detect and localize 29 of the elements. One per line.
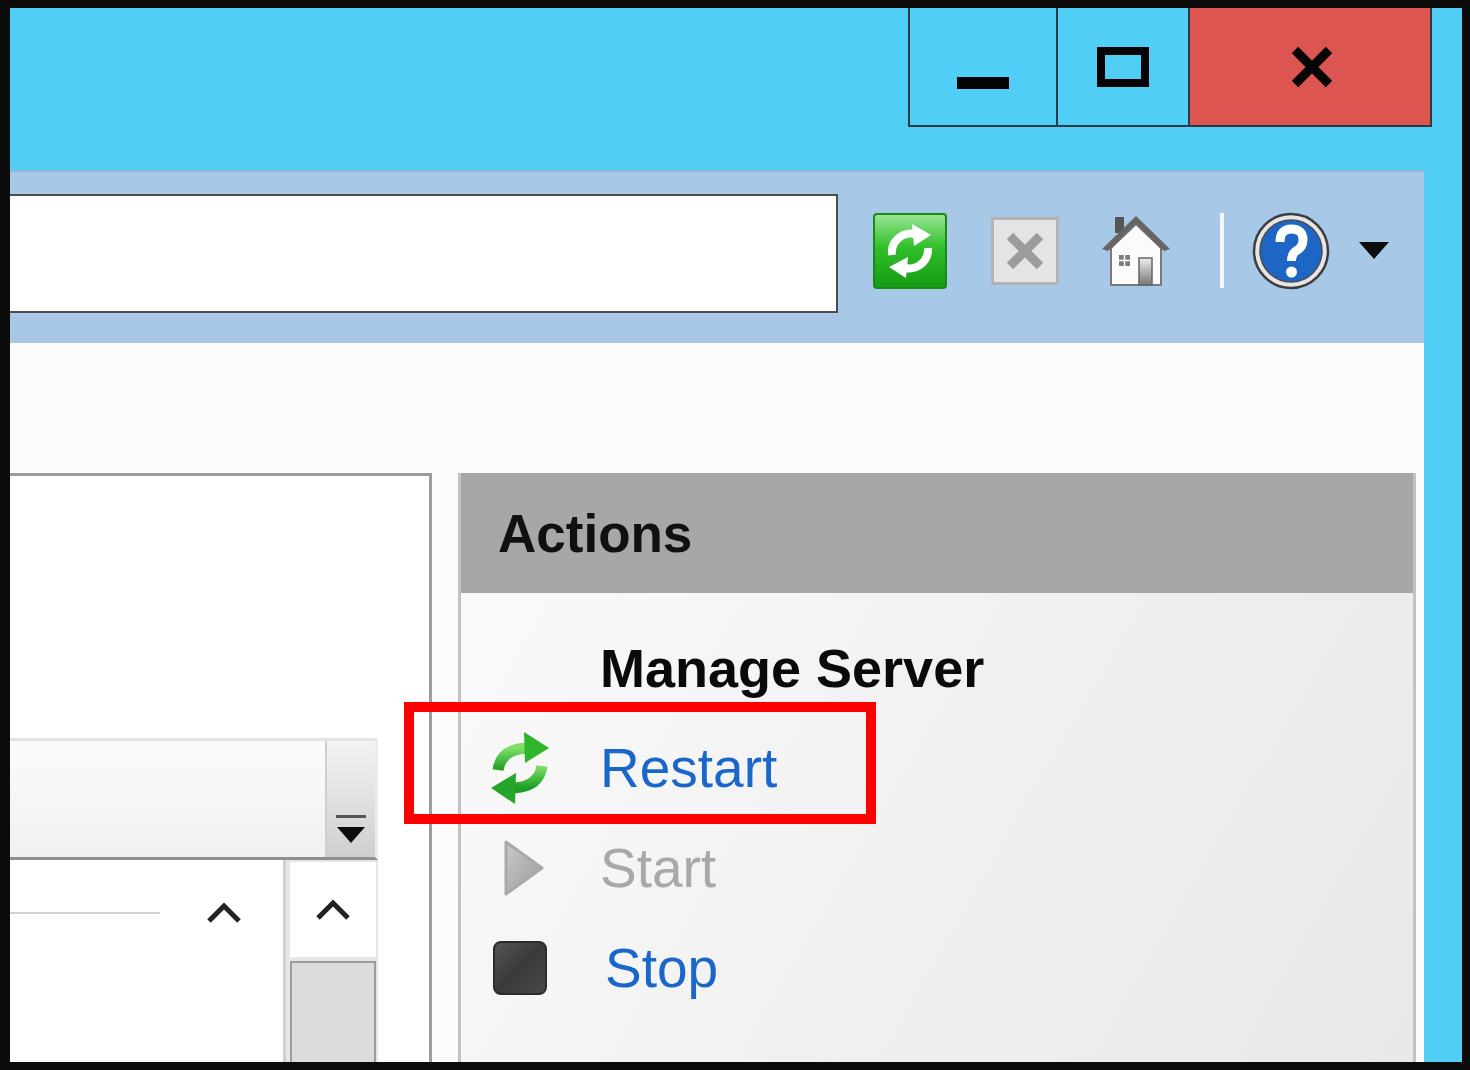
caret-icon — [334, 815, 368, 845]
play-icon — [503, 839, 545, 897]
action-link[interactable]: Restart — [600, 736, 778, 800]
dropdown-button[interactable] — [1359, 242, 1389, 259]
home-icon — [1101, 214, 1171, 287]
chevron-up-icon — [205, 902, 243, 924]
refresh-button[interactable] — [873, 212, 947, 289]
address-field[interactable] — [10, 194, 838, 313]
section-heading: Manage Server — [600, 637, 985, 699]
combo-field[interactable] — [10, 738, 378, 860]
maximize-icon — [1097, 46, 1149, 87]
scrollbar[interactable] — [283, 860, 378, 1062]
stop-icon — [493, 941, 547, 995]
help-icon — [1252, 211, 1330, 290]
panel-title: Actions — [498, 502, 693, 564]
cross-icon — [991, 216, 1059, 285]
close-button[interactable] — [1190, 8, 1432, 127]
dropdown-button[interactable] — [325, 741, 375, 857]
caret-icon — [1359, 242, 1389, 259]
help-button[interactable] — [1252, 211, 1330, 290]
home-button[interactable] — [1101, 214, 1171, 287]
minimize-icon — [957, 76, 1009, 89]
refresh-icon — [873, 212, 947, 289]
scroll-up-button[interactable] — [290, 862, 376, 957]
close-icon — [1290, 45, 1334, 88]
action-link[interactable]: Stop — [605, 936, 719, 1000]
scroll-thumb[interactable] — [290, 961, 376, 1062]
minimize-button[interactable] — [908, 8, 1058, 127]
chevron-up-icon — [314, 898, 352, 921]
